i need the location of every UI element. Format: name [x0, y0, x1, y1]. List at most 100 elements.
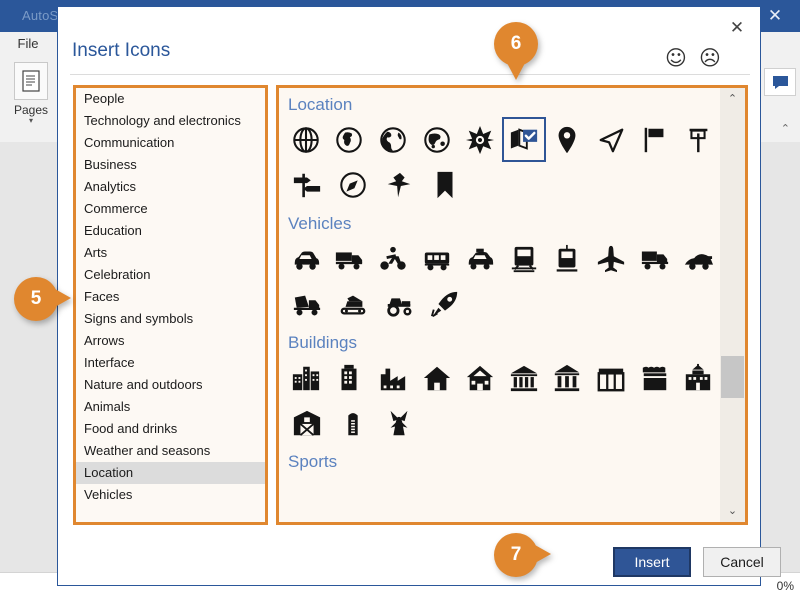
- globe-asia-icon[interactable]: [415, 117, 459, 162]
- category-item-analytics[interactable]: Analytics: [76, 176, 265, 198]
- home-gable-icon[interactable]: [458, 355, 502, 400]
- category-item-nature-and-outdoors[interactable]: Nature and outdoors: [76, 374, 265, 396]
- category-item-interface[interactable]: Interface: [76, 352, 265, 374]
- bank-icon[interactable]: [502, 355, 546, 400]
- bus-icon[interactable]: [415, 236, 459, 281]
- canvas-scroll-strip[interactable]: [760, 142, 800, 572]
- category-list[interactable]: People Technology and electronics Communic…: [73, 85, 268, 525]
- icon-row: [279, 117, 720, 162]
- callout-tail-icon: [55, 289, 71, 307]
- tram-icon[interactable]: [546, 236, 590, 281]
- category-item-faces[interactable]: Faces: [76, 286, 265, 308]
- smiley-happy-icon[interactable]: ☺: [664, 47, 688, 71]
- compass-icon[interactable]: [330, 162, 376, 207]
- tractor-icon[interactable]: [376, 281, 422, 326]
- category-item-arts[interactable]: Arts: [76, 242, 265, 264]
- group-title: Sports: [288, 452, 338, 471]
- museum-icon[interactable]: [546, 355, 590, 400]
- category-item-education[interactable]: Education: [76, 220, 265, 242]
- house-icon[interactable]: [415, 355, 459, 400]
- factory-icon[interactable]: [371, 355, 415, 400]
- insert-button[interactable]: Insert: [613, 547, 691, 577]
- compass-rose-icon[interactable]: [458, 117, 502, 162]
- scroll-down-icon[interactable]: ⌄: [720, 500, 745, 522]
- race-car-icon[interactable]: [676, 236, 720, 281]
- navigation-arrow-icon[interactable]: [589, 117, 633, 162]
- silo-icon[interactable]: [330, 400, 376, 445]
- barn-icon[interactable]: [284, 400, 330, 445]
- cement-mixer-icon[interactable]: [284, 281, 330, 326]
- category-item-location[interactable]: Location: [76, 462, 265, 484]
- signpost-icon[interactable]: [676, 117, 720, 162]
- excavator-icon[interactable]: [330, 281, 376, 326]
- icon-group-sports: Sports: [279, 445, 720, 474]
- category-item-food-and-drinks[interactable]: Food and drinks: [76, 418, 265, 440]
- comment-icon[interactable]: [764, 68, 796, 96]
- map-pin-icon[interactable]: [546, 117, 590, 162]
- scrollbar-thumb[interactable]: [721, 356, 744, 398]
- header-divider: [70, 74, 750, 75]
- dump-truck-icon[interactable]: [633, 236, 677, 281]
- zoom-level-label: 0%: [776, 579, 794, 593]
- category-item-communication[interactable]: Communication: [76, 132, 265, 154]
- office-building-icon[interactable]: [328, 355, 372, 400]
- icon-row: [279, 281, 720, 326]
- category-item-animals[interactable]: Animals: [76, 396, 265, 418]
- category-item-arrows[interactable]: Arrows: [76, 330, 265, 352]
- file-tab[interactable]: File: [0, 32, 56, 56]
- train-icon[interactable]: [502, 236, 546, 281]
- callout-badge-6: 6: [494, 22, 538, 80]
- windmill-icon[interactable]: [376, 400, 422, 445]
- icon-gallery-panel: Location Vehicles Buildings Sports ⌃ ⌄: [276, 85, 748, 525]
- pages-icon[interactable]: [14, 62, 48, 100]
- ribbon-collapse-icon[interactable]: ⌃: [781, 122, 790, 135]
- smiley-sad-icon[interactable]: ☹: [698, 47, 722, 71]
- category-item-technology-and-electronics[interactable]: Technology and electronics: [76, 110, 265, 132]
- school-icon[interactable]: [676, 355, 720, 400]
- app-close-icon[interactable]: ✕: [756, 2, 794, 30]
- group-title: Buildings: [288, 333, 357, 352]
- callout-tail-icon: [507, 63, 525, 80]
- car-icon[interactable]: [284, 236, 328, 281]
- icon-panel-scrollbar[interactable]: ⌃ ⌄: [720, 88, 745, 522]
- group-title: Location: [288, 95, 353, 114]
- pages-group[interactable]: Pages ▾: [8, 62, 54, 125]
- icon-row: [279, 355, 720, 400]
- city-skyline-icon[interactable]: [284, 355, 328, 400]
- flag-icon[interactable]: [633, 117, 677, 162]
- category-item-weather-and-seasons[interactable]: Weather and seasons: [76, 440, 265, 462]
- callout-label: 5: [30, 288, 42, 309]
- category-item-business[interactable]: Business: [76, 154, 265, 176]
- airplane-icon[interactable]: [589, 236, 633, 281]
- callout-label: 6: [510, 33, 522, 54]
- icon-row: [279, 400, 720, 445]
- market-stall-icon[interactable]: [633, 355, 677, 400]
- chevron-down-icon[interactable]: ▾: [8, 117, 54, 125]
- category-item-people[interactable]: People: [76, 88, 265, 110]
- rocket-icon[interactable]: [422, 281, 468, 326]
- motorcycle-icon[interactable]: [371, 236, 415, 281]
- callout-tail-icon: [535, 545, 551, 563]
- scroll-up-icon[interactable]: ⌃: [720, 88, 745, 110]
- callout-badge-7: 7: [494, 533, 551, 577]
- globe-wireframe-icon[interactable]: [284, 117, 328, 162]
- insert-icons-dialog: ✕ Insert Icons ☺ ☹ People Technology and …: [57, 6, 781, 586]
- storefront-icon[interactable]: [589, 355, 633, 400]
- close-icon[interactable]: ✕: [722, 15, 752, 41]
- tanker-truck-icon[interactable]: [328, 236, 372, 281]
- globe-africa-icon[interactable]: [328, 117, 372, 162]
- category-item-signs-and-symbols[interactable]: Signs and symbols: [76, 308, 265, 330]
- category-item-commerce[interactable]: Commerce: [76, 198, 265, 220]
- cancel-button[interactable]: Cancel: [703, 547, 781, 577]
- direction-sign-icon[interactable]: [284, 162, 330, 207]
- bookmark-icon[interactable]: [422, 162, 468, 207]
- category-item-celebration[interactable]: Celebration: [76, 264, 265, 286]
- taxi-icon[interactable]: [458, 236, 502, 281]
- push-pin-icon[interactable]: [376, 162, 422, 207]
- document-icon: [22, 70, 40, 92]
- globe-americas-icon[interactable]: [371, 117, 415, 162]
- category-item-vehicles[interactable]: Vehicles: [76, 484, 265, 506]
- group-title: Vehicles: [288, 214, 352, 233]
- page-title: Insert Icons: [72, 40, 171, 61]
- folded-map-check-icon[interactable]: [501, 117, 546, 162]
